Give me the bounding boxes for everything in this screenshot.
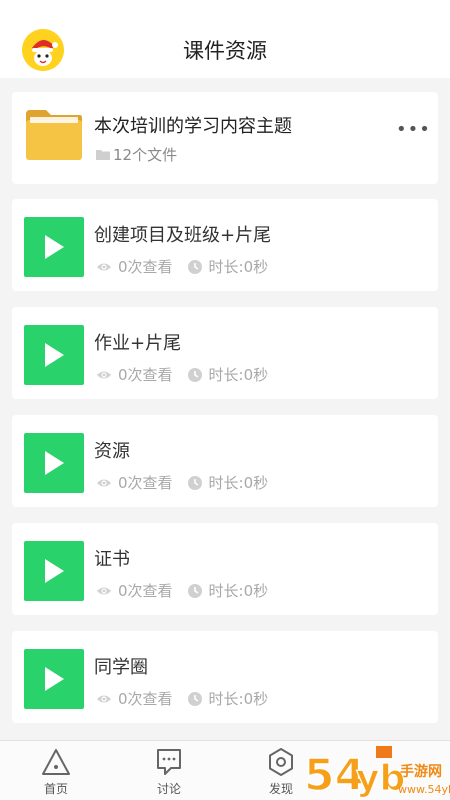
small-folder-icon [96, 150, 110, 160]
folder-title: 本次培训的学习内容主题 [94, 116, 292, 137]
page-title: 课件资源 [183, 39, 267, 63]
duration: 时长:0秒 [208, 258, 269, 276]
video-meta: 0次查看 时长:0秒 [96, 688, 268, 709]
clock-icon [187, 259, 202, 274]
play-button[interactable] [24, 433, 84, 493]
top-bar: 课件资源 [0, 0, 450, 78]
play-icon [45, 559, 64, 583]
file-count-text: 12个文件 [113, 146, 178, 164]
video-item[interactable]: 同学圈 0次查看 时长:0秒 [12, 631, 438, 723]
play-icon [45, 667, 64, 691]
view-count: 0次查看 [118, 258, 173, 276]
clock-icon [187, 367, 202, 382]
video-title: 同学圈 [94, 657, 148, 678]
hexagon-discover-icon [269, 748, 293, 776]
video-meta: 0次查看 时长:0秒 [96, 472, 268, 493]
play-button[interactable] [24, 325, 84, 385]
folder-file-count: 12个文件 [96, 144, 177, 165]
video-meta: 0次查看 时长:0秒 [96, 364, 268, 385]
eye-icon [97, 695, 111, 702]
play-icon [45, 343, 64, 367]
tab-home[interactable]: 首页 [21, 747, 91, 799]
clock-icon [187, 691, 202, 706]
video-title: 证书 [94, 549, 130, 570]
eye-icon [97, 479, 111, 486]
video-meta: 0次查看 时长:0秒 [96, 580, 268, 601]
tab-home-label: 首页 [43, 782, 68, 796]
clock-icon [187, 583, 202, 598]
video-item[interactable]: 证书 0次查看 时长:0秒 [12, 523, 438, 615]
tab-discussion[interactable]: 讨论 [134, 747, 204, 799]
play-button[interactable] [24, 649, 84, 709]
view-count: 0次查看 [118, 690, 173, 708]
video-title: 创建项目及班级+片尾 [94, 225, 272, 246]
duration: 时长:0秒 [208, 366, 269, 384]
view-count: 0次查看 [118, 366, 173, 384]
eye-icon [97, 587, 111, 594]
video-title: 资源 [94, 441, 130, 462]
eye-icon [97, 371, 111, 378]
play-icon [45, 451, 64, 475]
clock-icon [187, 475, 202, 490]
eye-icon [97, 263, 111, 270]
folder-card[interactable]: 本次培训的学习内容主题 12个文件 ••• [12, 92, 438, 184]
video-title: 作业+片尾 [94, 333, 182, 354]
svg-text:www.54yb.cn: www.54yb.cn [398, 783, 450, 796]
play-button[interactable] [24, 541, 84, 601]
video-item[interactable]: 作业+片尾 0次查看 时长:0秒 [12, 307, 438, 399]
svg-text:手游网: 手游网 [400, 763, 442, 780]
play-icon [45, 235, 64, 259]
view-count: 0次查看 [118, 474, 173, 492]
video-meta: 0次查看 时长:0秒 [96, 256, 268, 277]
tab-discussion-label: 讨论 [156, 782, 181, 796]
triangle-home-icon [42, 749, 70, 775]
view-count: 0次查看 [118, 582, 173, 600]
folder-icon [26, 110, 82, 160]
site-watermark: 54 yb 手游网 www.54yb.cn [303, 746, 450, 800]
video-item[interactable]: 创建项目及班级+片尾 0次查看 时长:0秒 [12, 199, 438, 291]
duration: 时长:0秒 [208, 690, 269, 708]
play-button[interactable] [24, 217, 84, 277]
video-item[interactable]: 资源 0次查看 时长:0秒 [12, 415, 438, 507]
chat-bubble-icon [157, 749, 181, 775]
duration: 时长:0秒 [208, 474, 269, 492]
more-options-button[interactable]: ••• [396, 121, 430, 146]
duration: 时长:0秒 [208, 582, 269, 600]
